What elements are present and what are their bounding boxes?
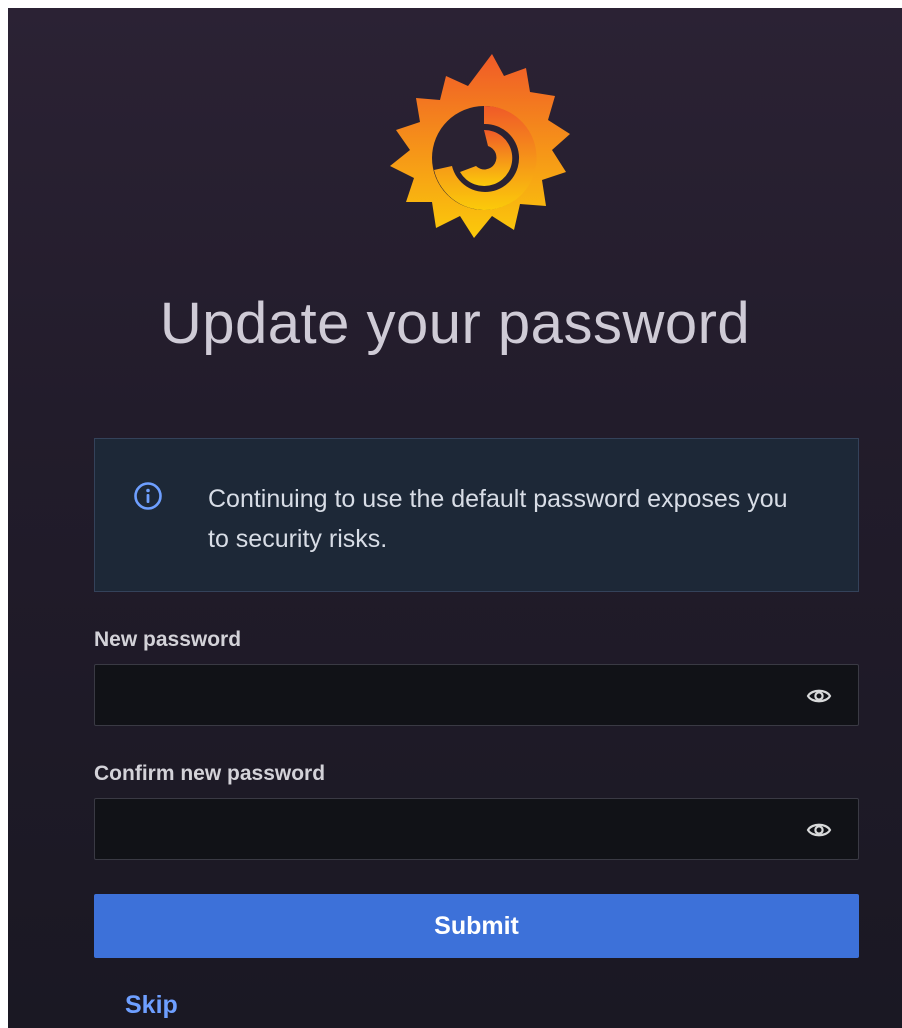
new-password-label: New password (94, 628, 242, 651)
new-password-input[interactable] (95, 665, 785, 725)
confirm-password-label: Confirm new password (94, 762, 326, 785)
confirm-password-input[interactable] (95, 799, 785, 859)
submit-button[interactable]: Submit (94, 894, 859, 958)
new-password-field-wrapper (94, 664, 859, 726)
default-password-alert: Continuing to use the default password e… (94, 438, 859, 592)
alert-message: Continuing to use the default password e… (208, 485, 788, 553)
grafana-logo-icon (390, 54, 570, 238)
skip-link[interactable]: Skip (125, 991, 178, 1020)
page-title: Update your password (159, 291, 751, 356)
confirm-password-field-wrapper (94, 798, 859, 860)
eye-icon[interactable] (806, 817, 832, 843)
update-password-page: Update your password Continuing to use t… (8, 8, 902, 1028)
eye-icon[interactable] (806, 683, 832, 709)
info-circle-icon (134, 482, 162, 510)
